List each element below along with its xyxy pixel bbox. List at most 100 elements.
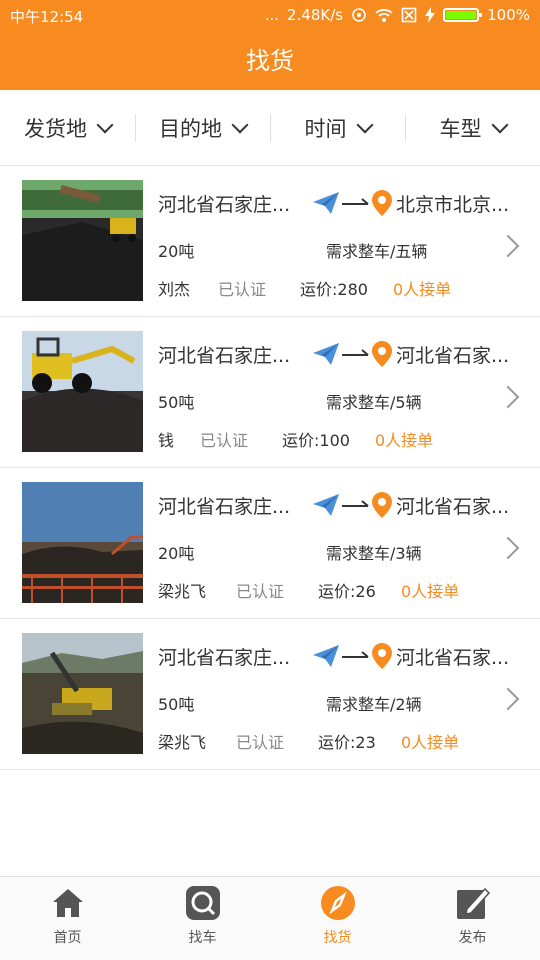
status-indicators: ... 2.48K/s 100% [265, 6, 530, 24]
destination-text: 河北省石家... [396, 646, 510, 669]
vehicle-requirement: 需求整车/五辆 [326, 242, 428, 261]
chevron-down-icon [231, 116, 249, 133]
cargo-weight: 50吨 [158, 695, 195, 714]
compass-icon [320, 886, 355, 920]
origin-text: 河北省石家庄... [158, 646, 291, 669]
tab-find-cargo[interactable]: 找货 [270, 877, 405, 960]
filter-destination-label: 目的地 [159, 116, 222, 141]
cargo-item[interactable]: 河北省石家庄... 河北省石家... 50吨 需求整车/2辆 梁兆飞 已认证 运… [0, 619, 540, 770]
tab-publish-label: 发布 [458, 930, 487, 946]
shipper-name: 梁兆飞 [158, 582, 207, 601]
battery-level: 100% [487, 6, 530, 24]
destination-text: 北京市北京... [396, 193, 510, 216]
chevron-right-icon [496, 687, 520, 711]
chevron-down-icon [96, 116, 114, 133]
route: 河北省石家庄... 河北省石家... [158, 641, 518, 671]
wifi-icon [375, 9, 393, 22]
chevron-down-icon [356, 116, 373, 133]
location-pin-icon [372, 341, 392, 367]
cargo-photo [22, 633, 143, 754]
status-time: 中午12:54 [10, 8, 84, 26]
chevron-right-icon [496, 385, 520, 409]
verified-badge: 已认证 [200, 431, 249, 450]
freight-price: 运价:23 [318, 733, 376, 752]
filter-time[interactable]: 时间 [270, 90, 405, 165]
shipper-name: 钱 [158, 431, 175, 450]
cargo-photo [22, 331, 143, 452]
page-title: 找货 [246, 47, 294, 75]
filter-origin-label: 发货地 [24, 116, 87, 141]
arrow-right-icon [342, 349, 369, 356]
status-dots: ... [264, 6, 279, 24]
filter-bar: 发货地 目的地 时间 车型 [0, 90, 540, 166]
tab-publish[interactable]: 发布 [405, 877, 540, 960]
network-speed: 2.48K/s [287, 6, 344, 24]
accept-count: 0人接单 [375, 431, 434, 450]
home-icon [52, 889, 83, 917]
origin-text: 河北省石家庄... [158, 495, 291, 518]
location-pin-icon [372, 190, 392, 216]
accept-count: 0人接单 [393, 280, 452, 299]
cargo-photo [22, 180, 143, 301]
tab-find-vehicle[interactable]: 找车 [135, 877, 270, 960]
location-pin-icon [372, 492, 392, 518]
filter-destination[interactable]: 目的地 [135, 90, 270, 165]
freight-price: 运价:100 [282, 431, 350, 450]
tab-find-vehicle-label: 找车 [188, 930, 217, 946]
edit-icon [456, 887, 490, 919]
route: 河北省石家庄... 河北省石家... [158, 490, 518, 520]
accept-count: 0人接单 [401, 582, 460, 601]
freight-price: 运价:26 [318, 582, 376, 601]
sim-icon [401, 7, 417, 23]
paper-plane-icon [313, 343, 339, 365]
verified-badge: 已认证 [236, 582, 285, 601]
cargo-weight: 50吨 [158, 393, 195, 412]
chevron-down-icon [491, 116, 508, 133]
verified-badge: 已认证 [218, 280, 267, 299]
cargo-item[interactable]: 河北省石家庄... 北京市北京... 20吨 需求整车/五辆 刘杰 已认证 运价… [0, 166, 540, 317]
origin-text: 河北省石家庄... [158, 344, 291, 367]
route: 河北省石家庄... 河北省石家... [158, 339, 518, 369]
origin-text: 河北省石家庄... [158, 193, 291, 216]
vehicle-requirement: 需求整车/5辆 [326, 393, 422, 412]
status-bar: 中午12:54 ... 2.48K/s 100% [0, 0, 540, 32]
cargo-photo [22, 482, 143, 603]
cargo-item[interactable]: 河北省石家庄... 河北省石家... 50吨 需求整车/5辆 钱 已认证 运价:… [0, 317, 540, 468]
verified-badge: 已认证 [236, 733, 285, 752]
app-header: 中午12:54 ... 2.48K/s 100% 找货 [0, 0, 540, 90]
tab-home-label: 首页 [53, 930, 82, 946]
route: 河北省石家庄... 北京市北京... [158, 188, 518, 218]
vehicle-requirement: 需求整车/3辆 [326, 544, 422, 563]
destination-text: 河北省石家... [396, 495, 510, 518]
freight-price: 运价:280 [300, 280, 368, 299]
cargo-item[interactable]: 河北省石家庄... 河北省石家... 20吨 需求整车/3辆 梁兆飞 已认证 运… [0, 468, 540, 619]
battery-icon [443, 8, 483, 22]
location-pin-icon [372, 643, 392, 669]
accept-count: 0人接单 [401, 733, 460, 752]
paper-plane-icon [313, 192, 339, 214]
bottom-tab-bar: 首页 找车 找货 发布 [0, 876, 540, 960]
chevron-right-icon [496, 234, 520, 258]
paper-plane-icon [313, 645, 339, 667]
filter-vehicle-type-label: 车型 [439, 116, 482, 141]
paper-plane-icon [313, 494, 339, 516]
filter-origin[interactable]: 发货地 [0, 90, 135, 165]
sync-icon [352, 8, 366, 22]
tab-find-cargo-label: 找货 [323, 930, 352, 946]
arrow-right-icon [342, 500, 369, 507]
shipper-name: 刘杰 [158, 280, 191, 299]
arrow-right-icon [342, 651, 369, 658]
chevron-right-icon [496, 536, 520, 560]
cargo-list: 河北省石家庄... 北京市北京... 20吨 需求整车/五辆 刘杰 已认证 运价… [0, 166, 540, 770]
shipper-name: 梁兆飞 [158, 733, 207, 752]
filter-vehicle-type[interactable]: 车型 [405, 90, 540, 165]
search-icon [185, 886, 220, 920]
tab-home[interactable]: 首页 [0, 877, 135, 960]
arrow-right-icon [342, 198, 369, 205]
destination-text: 河北省石家... [396, 344, 510, 367]
charging-icon [425, 7, 436, 23]
cargo-weight: 20吨 [158, 242, 195, 261]
filter-time-label: 时间 [304, 116, 347, 141]
cargo-weight: 20吨 [158, 544, 195, 563]
vehicle-requirement: 需求整车/2辆 [326, 695, 422, 714]
